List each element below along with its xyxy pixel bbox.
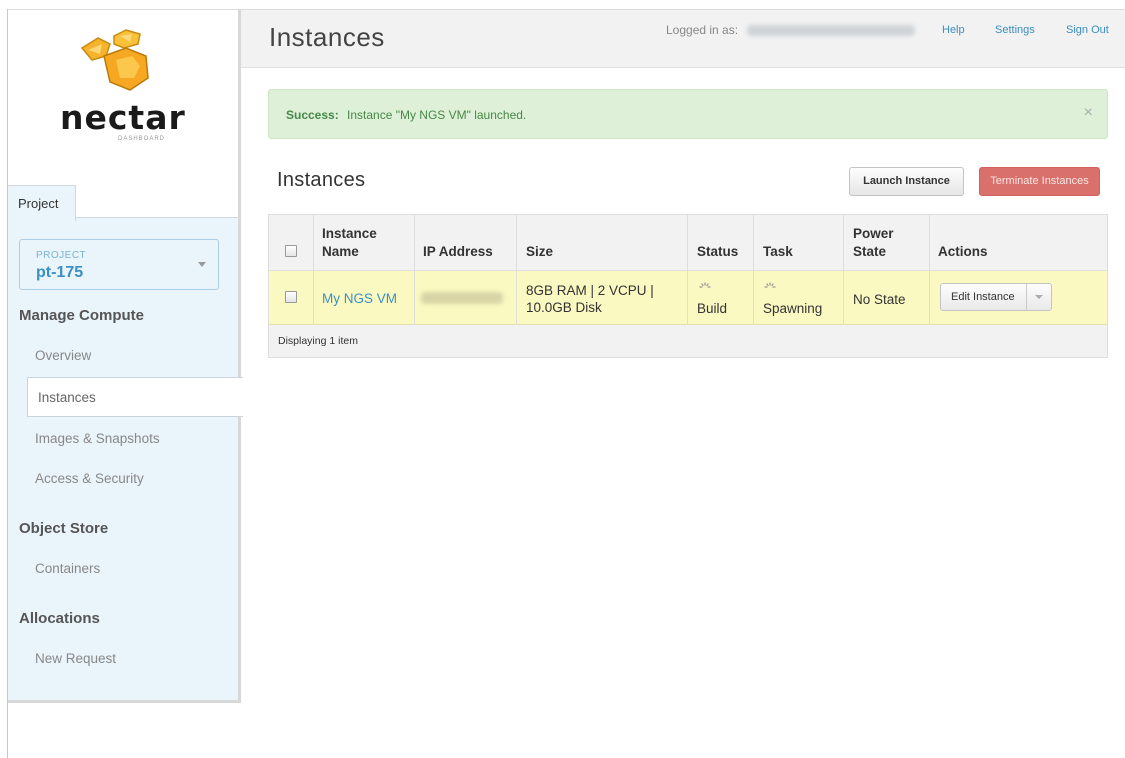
status-value: Build [697,301,728,316]
brand-name: nectar [60,98,186,137]
instances-table: Instance Name IP Address Size Status Tas… [268,214,1108,358]
section-object-store: Object Store [19,520,109,537]
table-footer: Displaying 1 item [269,325,1107,357]
sidebar-item-label: Instances [38,390,96,405]
loading-spinner-icon [699,282,711,288]
column-divider [687,215,688,325]
table-row[interactable]: My NGS VM 8GB RAM | 2 VCPU | 10.0GB Disk… [269,271,1107,325]
column-divider [313,215,314,325]
select-all-checkbox[interactable] [285,245,297,257]
item-count: Displaying 1 item [278,335,358,347]
column-divider [843,215,844,325]
top-header: Instances Logged in as: Help Settings Si… [241,10,1125,68]
sidebar-item-containers[interactable]: Containers [35,561,100,576]
project-selector[interactable]: PROJECT pt-175 [19,239,219,290]
project-value: pt-175 [36,264,84,281]
sidebar-item-access-security[interactable]: Access & Security [35,471,144,486]
user-email-redacted [747,25,915,36]
tab-divider [76,217,238,218]
section-allocations: Allocations [19,610,100,627]
help-link[interactable]: Help [942,24,965,36]
edit-instance-button[interactable]: Edit Instance [940,283,1052,311]
col-ip-address[interactable]: IP Address [423,243,493,261]
size-line-2: 10.0GB Disk [526,300,602,315]
project-label: PROJECT [36,250,87,261]
tab-project[interactable]: Project [8,185,76,221]
col-power-state[interactable]: Power State [853,225,913,261]
success-alert: Success: Instance "My NGS VM" launched. … [268,89,1108,139]
sidebar-item-overview[interactable]: Overview [35,348,91,363]
col-actions: Actions [938,244,988,259]
column-divider [929,215,930,325]
logged-in-label: Logged in as: [666,23,739,37]
edit-instance-label: Edit Instance [951,291,1015,303]
loading-spinner-icon [764,282,776,288]
col-status[interactable]: Status [697,243,738,261]
sidebar-item-new-request[interactable]: New Request [35,651,116,666]
task-value: Spawning [763,301,823,316]
section-heading: Instances [277,169,366,191]
close-icon[interactable]: × [1084,104,1093,122]
table-header: Instance Name IP Address Size Status Tas… [269,215,1107,271]
chevron-down-icon [198,262,206,267]
column-divider [516,215,517,325]
sidebar-item-instances[interactable]: Instances [27,377,243,417]
row-checkbox[interactable] [285,291,297,303]
button-divider [1026,284,1027,310]
brand-subtitle: DASHBOARD [118,136,166,142]
size-line-1: 8GB RAM | 2 VCPU | [526,283,654,298]
nectar-logo-icon [80,29,149,91]
col-task[interactable]: Task [763,243,793,261]
column-divider [753,215,754,325]
settings-link[interactable]: Settings [995,24,1035,36]
alert-strong: Success: [286,108,339,122]
sidebar-item-images-snapshots[interactable]: Images & Snapshots [35,431,160,446]
instance-name-link[interactable]: My NGS VM [322,290,397,307]
col-instance-name[interactable]: Instance Name [322,225,402,261]
section-manage-compute: Manage Compute [19,307,145,324]
sign-out-link[interactable]: Sign Out [1066,24,1109,36]
launch-instance-button[interactable]: Launch Instance [849,167,964,196]
alert-message: Instance "My NGS VM" launched. [347,108,527,122]
sidebar: nectar DASHBOARD Project PROJECT pt-175 … [8,10,243,703]
col-size[interactable]: Size [526,243,553,261]
power-state-value: No State [853,292,906,307]
ip-address-redacted [421,292,503,304]
chevron-down-icon[interactable] [1035,295,1043,299]
column-divider [414,215,415,325]
page-title: Instances [269,22,385,52]
terminate-instances-button[interactable]: Terminate Instances [979,167,1100,196]
